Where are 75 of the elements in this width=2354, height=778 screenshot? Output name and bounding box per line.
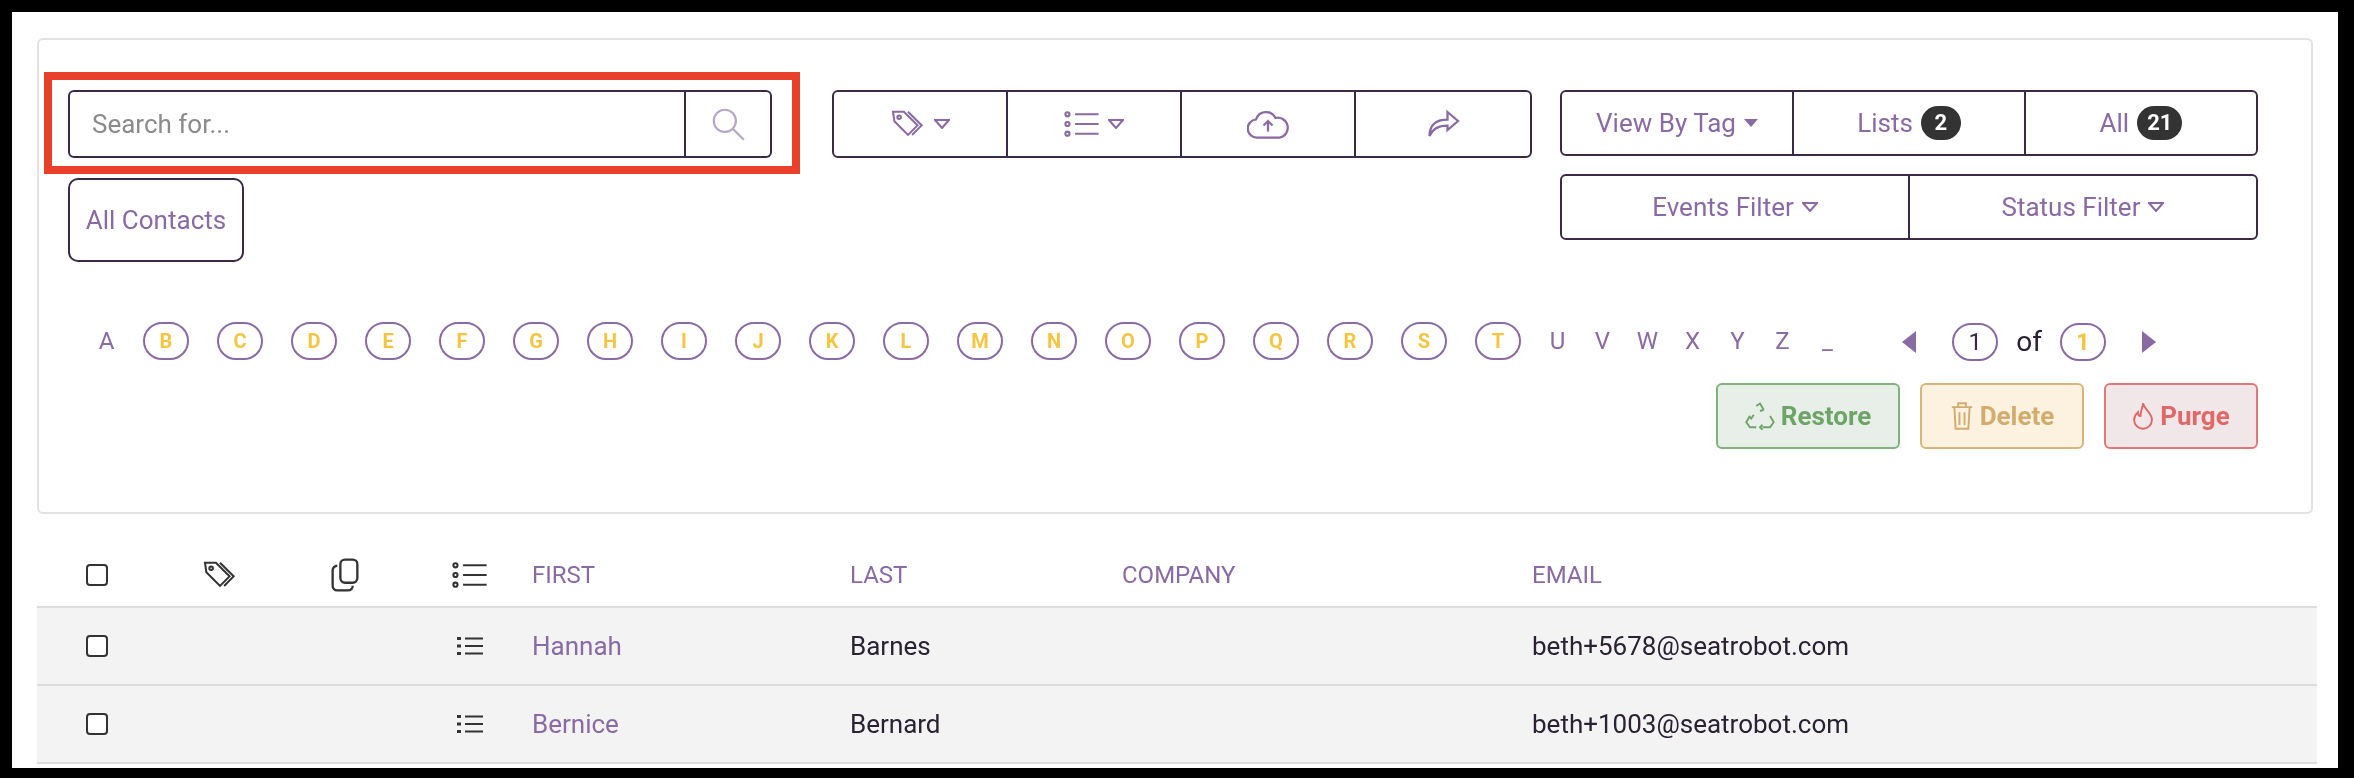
- row-checkbox[interactable]: [86, 713, 108, 735]
- letter-filter[interactable]: J: [735, 322, 781, 360]
- row-checkbox[interactable]: [86, 635, 108, 657]
- of-label: of: [2016, 324, 2042, 360]
- caret-icon: [1743, 119, 1758, 127]
- previous-page-icon[interactable]: [1902, 331, 1917, 353]
- tags-icon: [890, 109, 926, 139]
- letter-filter[interactable]: N: [1031, 322, 1077, 360]
- letter-filter[interactable]: Z: [1760, 322, 1805, 360]
- email-cell: beth+1003@seatrobot.com: [1532, 708, 1850, 739]
- column-header[interactable]: LAST: [850, 561, 908, 589]
- search-field[interactable]: Search for...: [68, 90, 686, 158]
- letter-filter[interactable]: R: [1327, 322, 1373, 360]
- caret-icon: [934, 119, 950, 129]
- letter-filter[interactable]: A: [84, 322, 129, 360]
- trash-icon: [1949, 402, 1974, 430]
- caret-icon: [2148, 202, 2165, 212]
- count-badge: 2: [1920, 106, 1961, 140]
- all-contacts-button[interactable]: All Contacts: [68, 178, 244, 262]
- counter-tab[interactable]: All 21: [2026, 92, 2256, 154]
- letter-filter[interactable]: X: [1670, 322, 1715, 360]
- flame-icon: [2132, 402, 2155, 430]
- letter-filter[interactable]: C: [217, 322, 263, 360]
- view-by-tag-dropdown[interactable]: View By Tag: [1562, 92, 1794, 154]
- page-total: 1: [2060, 323, 2106, 361]
- copy-icon: [330, 558, 359, 592]
- letter-filter[interactable]: M: [957, 322, 1003, 360]
- letter-filter[interactable]: H: [587, 322, 633, 360]
- letter-filter[interactable]: W: [1625, 322, 1670, 360]
- email-cell: beth+5678@seatrobot.com: [1532, 630, 1850, 661]
- count-badge: 21: [2137, 106, 2183, 140]
- column-header[interactable]: EMAIL: [1532, 561, 1602, 589]
- letter-filter[interactable]: U: [1535, 322, 1580, 360]
- caret-icon: [1108, 119, 1124, 129]
- counter-tab[interactable]: Lists 2: [1794, 92, 2026, 154]
- letter-filter[interactable]: B: [143, 322, 189, 360]
- letter-filter[interactable]: T: [1475, 322, 1521, 360]
- purge-button[interactable]: Purge: [2104, 383, 2258, 449]
- column-header[interactable]: FIRST: [532, 561, 596, 589]
- letter-filter[interactable]: L: [883, 322, 929, 360]
- share-arrow-icon: [1425, 109, 1461, 139]
- delete-button[interactable]: Delete: [1920, 383, 2084, 449]
- next-page-icon[interactable]: [2142, 331, 2156, 353]
- search-button[interactable]: [686, 90, 772, 158]
- letter-filter[interactable]: V: [1580, 322, 1625, 360]
- letter-filter[interactable]: D: [291, 322, 337, 360]
- list-icon[interactable]: [456, 714, 483, 734]
- filter-dropdown[interactable]: Events Filter: [1562, 176, 1910, 238]
- first-name-link[interactable]: Hannah: [532, 630, 622, 661]
- letter-filter[interactable]: K: [809, 322, 855, 360]
- last-name-cell: Bernard: [850, 708, 941, 739]
- filter-dropdown[interactable]: Status Filter: [1910, 176, 2256, 238]
- restore-button[interactable]: Restore: [1716, 383, 1900, 449]
- letter-filter[interactable]: G: [513, 322, 559, 360]
- letter-filter[interactable]: S: [1401, 322, 1447, 360]
- letter-filter[interactable]: E: [365, 322, 411, 360]
- last-name-cell: Barnes: [850, 630, 931, 661]
- letter-filter[interactable]: F: [439, 322, 485, 360]
- first-name-link[interactable]: Bernice: [532, 708, 619, 739]
- letter-filter[interactable]: Q: [1253, 322, 1299, 360]
- tags-icon: [201, 560, 238, 590]
- list-icon: [451, 561, 488, 589]
- letter-filter[interactable]: _: [1805, 322, 1850, 360]
- select-all-checkbox[interactable]: [86, 564, 108, 586]
- list-icon[interactable]: [456, 636, 483, 656]
- letter-filter[interactable]: O: [1105, 322, 1151, 360]
- letter-filter[interactable]: I: [661, 322, 707, 360]
- page-number: 1: [1952, 323, 1999, 361]
- letter-filter[interactable]: P: [1179, 322, 1225, 360]
- recycle-icon: [1744, 402, 1775, 430]
- list-icon: [1064, 110, 1100, 138]
- caret-icon: [1801, 202, 1818, 212]
- letter-filter[interactable]: Y: [1715, 322, 1760, 360]
- cloud-upload-icon: [1247, 109, 1289, 139]
- column-header[interactable]: COMPANY: [1122, 561, 1236, 589]
